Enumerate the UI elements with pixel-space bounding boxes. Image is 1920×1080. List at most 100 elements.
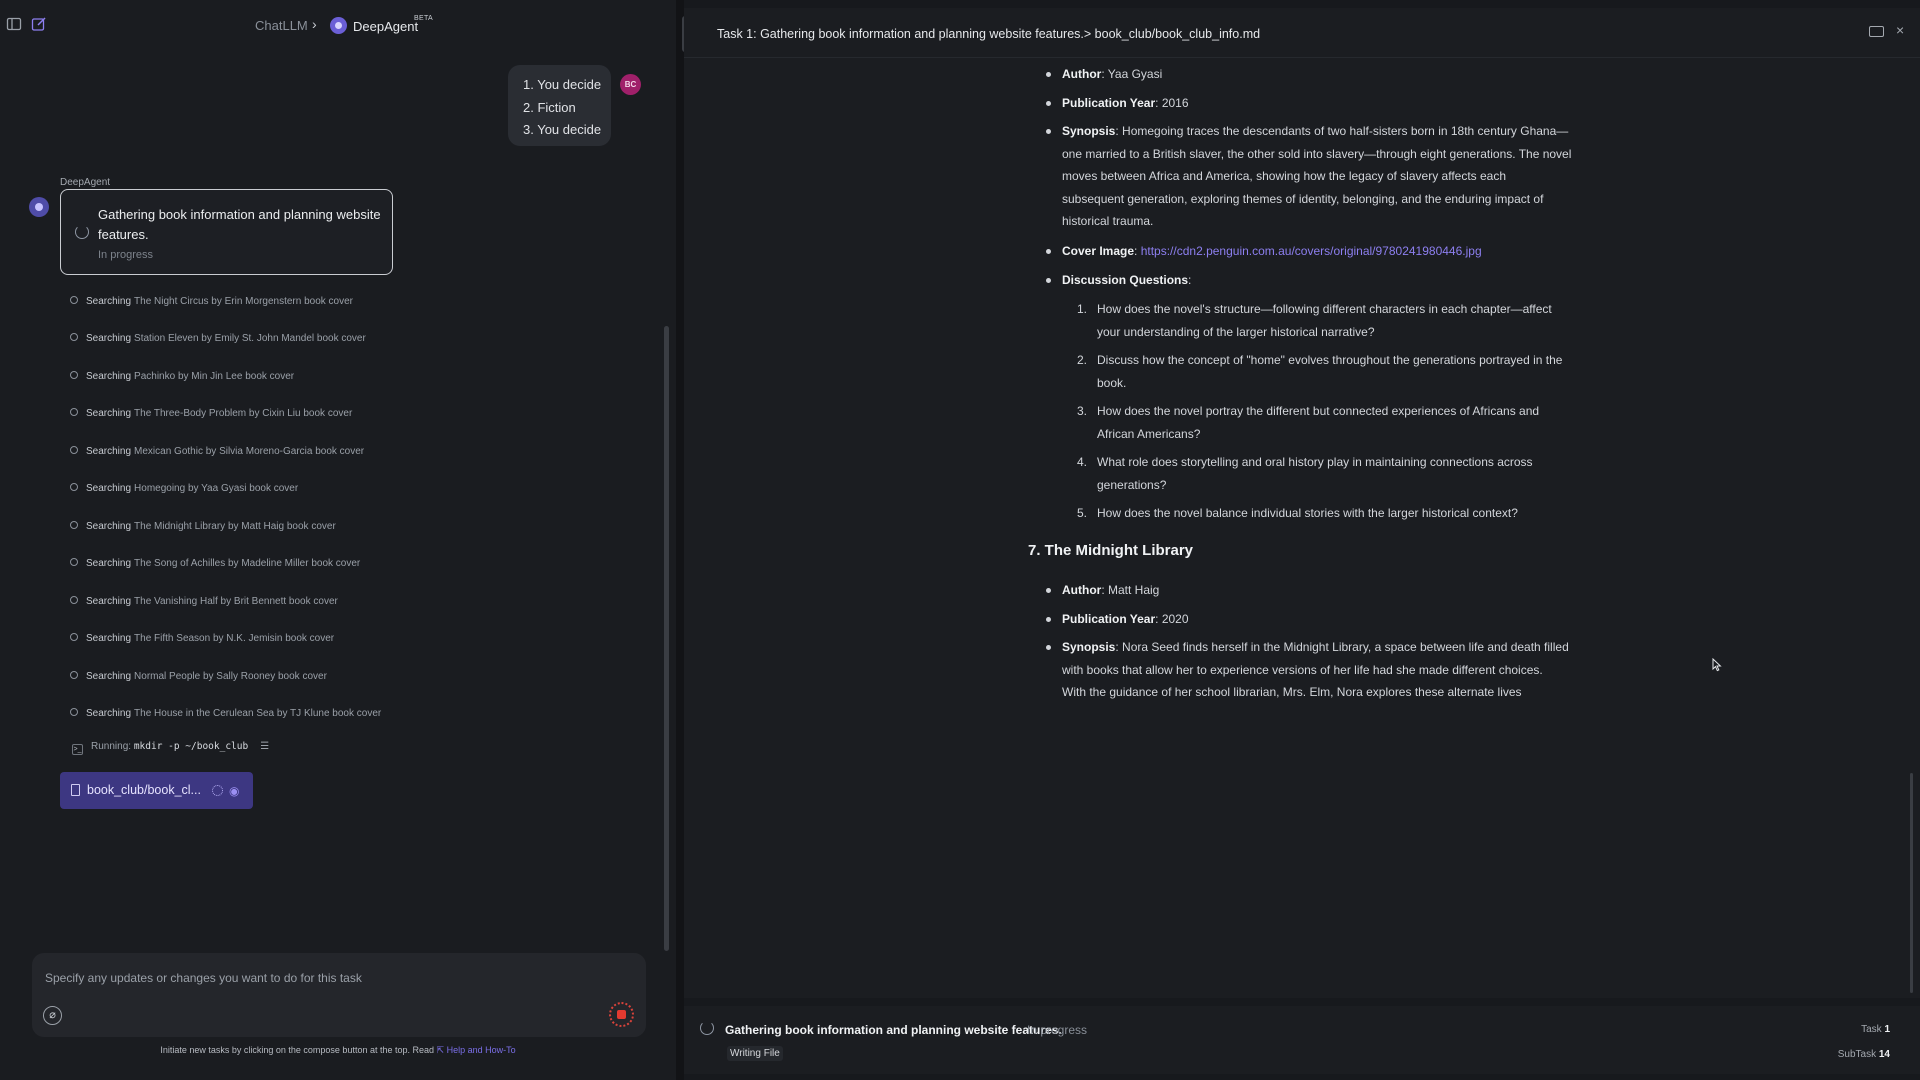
field-value: : 2016 <box>1155 96 1189 110</box>
synopsis-text: subsequent generation, exploring themes … <box>1062 191 1544 206</box>
file-chip[interactable]: book_club/book_cl... ◉ <box>60 772 253 809</box>
field-label: Synopsis <box>1062 640 1116 654</box>
stop-button[interactable] <box>609 1002 634 1027</box>
search-step-label: Searching <box>86 521 132 532</box>
monitor-icon[interactable] <box>1869 26 1884 37</box>
cover-image-link[interactable]: https://cdn2.penguin.com.au/covers/origi… <box>1141 244 1482 258</box>
help-hint-text: Initiate new tasks by clicking on the co… <box>160 1045 435 1055</box>
question-item: 1. How does the novel's structure—followi… <box>1077 298 1577 343</box>
search-step[interactable]: Searching The Three-Body Problem by Cixin… <box>70 408 352 419</box>
sidebar-toggle-icon[interactable] <box>6 16 22 32</box>
running-label: Running: <box>91 741 132 752</box>
search-icon <box>70 521 78 529</box>
question-text: How does the novel's structure—following… <box>1097 302 1552 316</box>
question-item: 5. How does the novel balance individual … <box>1077 502 1577 525</box>
close-icon[interactable]: × <box>1896 22 1904 38</box>
question-number: 4. <box>1077 455 1088 469</box>
search-icon <box>70 333 78 341</box>
list-item: Publication Year: 2020 <box>1046 608 1189 631</box>
search-icon <box>70 558 78 566</box>
file-viewer-title: Task 1: Gathering book information and p… <box>717 27 1261 41</box>
help-link-label: Help and How-To <box>446 1045 516 1055</box>
chat-scrollbar[interactable] <box>664 326 669 951</box>
compose-icon[interactable] <box>31 16 47 32</box>
task-counter: Task 1 <box>1861 1024 1890 1035</box>
search-icon <box>70 408 78 416</box>
attach-icon[interactable]: ⌀ <box>43 1006 62 1025</box>
search-step-query: Station Eleven by Emily St. John Mandel … <box>134 333 366 344</box>
progress-spinner-icon <box>700 1021 714 1035</box>
field-label: Author <box>1062 583 1102 597</box>
search-step-label: Searching <box>86 296 132 307</box>
search-step-query: The Night Circus by Erin Morgenstern boo… <box>134 296 354 307</box>
list-item: Author: Matt Haig <box>1045 579 1160 602</box>
progress-spinner-icon <box>75 225 89 239</box>
file-chip-name: book_club/book_cl... <box>87 783 201 797</box>
synopsis-text: moves between Africa and America, showin… <box>1062 169 1507 183</box>
synopsis-text: : Homegoing traces the descendants of tw… <box>1115 124 1569 138</box>
panel-divider[interactable] <box>676 0 684 1080</box>
beta-badge: BETA <box>414 15 433 22</box>
task-card-title: Gathering book information and planning … <box>98 207 381 242</box>
task-card[interactable]: Gathering book information and planning … <box>60 189 393 275</box>
search-step-query: The Song of Achilles by Madeline Miller … <box>134 558 361 569</box>
question-text: African Americans? <box>1097 426 1201 441</box>
search-step-label: Searching <box>86 371 132 382</box>
field-label: Author <box>1062 67 1102 81</box>
help-link[interactable]: ⇱ Help and How-To <box>437 1045 516 1055</box>
list-item: Cover Image: https://cdn2.penguin.com.au… <box>1046 240 1482 263</box>
document-scrollbar[interactable] <box>1910 773 1913 993</box>
file-viewer-panel: Task 1: Gathering book information and p… <box>684 8 1920 998</box>
subtask-counter-value: 14 <box>1878 1049 1890 1060</box>
section-heading: 7. The Midnight Library <box>1028 542 1194 559</box>
status-bar-title: Gathering book information and planning … <box>725 1023 1062 1037</box>
search-step[interactable]: Searching The Midnight Library by Matt Ha… <box>70 521 336 532</box>
breadcrumb-deepagent[interactable]: DeepAgent <box>353 19 418 34</box>
search-step[interactable]: Searching The Song of Achilles by Madelin… <box>70 558 360 569</box>
search-step-query: Normal People by Sally Rooney book cover <box>134 671 327 682</box>
list-icon[interactable]: ☰ <box>260 741 269 752</box>
search-icon <box>70 446 78 454</box>
search-icon <box>70 671 78 679</box>
question-text: How does the novel balance individual st… <box>1097 506 1518 520</box>
search-step[interactable]: Searching The Fifth Season by N.K. Jemisi… <box>70 633 334 644</box>
breadcrumb-chatllm[interactable]: ChatLLM <box>255 18 308 33</box>
file-viewer-header: Task 1: Gathering book information and p… <box>684 8 1920 58</box>
search-icon <box>70 633 78 641</box>
eye-icon[interactable]: ◉ <box>229 784 239 798</box>
field-value: : Matt Haig <box>1101 583 1160 597</box>
agent-label: DeepAgent <box>60 177 111 188</box>
synopsis-text: : Nora Seed finds herself in the Midnigh… <box>1115 640 1569 654</box>
search-step[interactable]: Searching Pachinko by Min Jin Lee book co… <box>70 371 294 382</box>
search-step[interactable]: Searching Homegoing by Yaa Gyasi book cov… <box>70 483 298 494</box>
search-step-label: Searching <box>86 333 132 344</box>
chat-panel: ChatLLM › DeepAgent BETA 1. You decide 2… <box>0 0 676 1080</box>
question-item: 4. What role does storytelling and oral h… <box>1077 451 1577 496</box>
question-item: 3. How does the novel portray the differe… <box>1077 400 1577 445</box>
list-item: Publication Year: 2016 <box>1046 92 1189 115</box>
user-message-line: 3. You decide <box>523 122 602 137</box>
search-step[interactable]: Searching The Night Circus by Erin Morgen… <box>70 296 353 307</box>
loading-spinner-icon <box>212 785 223 796</box>
search-step-label: Searching <box>86 446 132 457</box>
search-step[interactable]: Searching Mexican Gothic by Silvia Moreno… <box>70 446 364 457</box>
synopsis-text: historical trauma. <box>1062 214 1154 228</box>
task-update-input[interactable] <box>45 968 605 988</box>
question-text: book. <box>1097 375 1127 390</box>
synopsis-text: one married to a British slaver, the oth… <box>1062 146 1572 161</box>
question-text: your understanding of the larger histori… <box>1097 324 1375 339</box>
search-step[interactable]: Searching The House in the Cerulean Sea b… <box>70 708 381 719</box>
field-label: Discussion Questions <box>1062 273 1189 287</box>
search-step[interactable]: Searching Normal People by Sally Rooney b… <box>70 671 327 682</box>
search-step[interactable]: Searching Station Eleven by Emily St. Joh… <box>70 333 366 344</box>
question-number: 5. <box>1077 506 1088 520</box>
field-label: Synopsis <box>1062 124 1116 138</box>
running-step[interactable]: >_ Running: mkdir -p ~/book_club ☰ <box>72 741 269 755</box>
question-text: Discuss how the concept of "home" evolve… <box>1097 353 1563 367</box>
field-value: : 2020 <box>1155 612 1189 626</box>
search-step-query: The Three-Body Problem by Cixin Liu book… <box>134 408 353 419</box>
search-step-label: Searching <box>86 408 132 419</box>
search-step-query: The House in the Cerulean Sea by TJ Klun… <box>134 708 382 719</box>
search-step[interactable]: Searching The Vanishing Half by Brit Benn… <box>70 596 338 607</box>
mouse-cursor-icon <box>1712 658 1722 672</box>
